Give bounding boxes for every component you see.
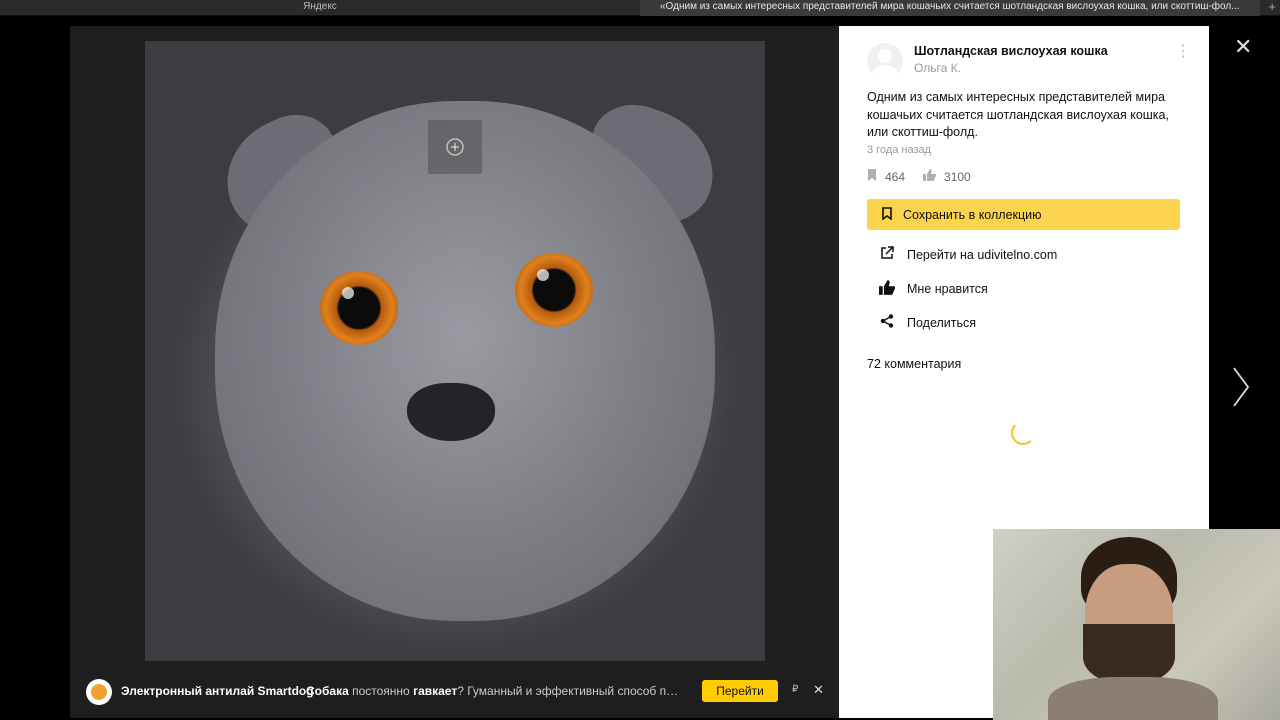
- card-stats: 464 3100: [867, 169, 989, 184]
- ad-currency-mark: ₽: [792, 684, 799, 695]
- ad-close-icon[interactable]: ✕: [813, 682, 824, 698]
- browser-tab-bar: Яндекс «Одним из самых интересных предст…: [0, 0, 1280, 16]
- time-ago: 3 года назад: [867, 144, 932, 156]
- ad-goto-button[interactable]: Перейти: [702, 680, 778, 702]
- thumbs-up-icon: [879, 280, 896, 298]
- save-to-collection-button[interactable]: Сохранить в коллекцию: [867, 199, 1180, 230]
- new-tab-button[interactable]: +: [1268, 0, 1276, 14]
- save-button-label: Сохранить в коллекцию: [903, 207, 1042, 222]
- loading-spinner-icon: [1011, 421, 1035, 445]
- goto-source-link[interactable]: Перейти на udivitelno.com: [879, 246, 1057, 263]
- tab-yandex[interactable]: Яндекс: [0, 0, 640, 16]
- zoom-in-icon[interactable]: [428, 120, 482, 174]
- share-button[interactable]: Поделиться: [879, 314, 976, 331]
- card-title[interactable]: Шотландская вислоухая кошка: [914, 44, 1108, 58]
- bookmark-icon: [867, 169, 877, 184]
- cat-photo[interactable]: [145, 41, 765, 661]
- share-icon: [879, 314, 895, 331]
- author-name[interactable]: Ольга К.: [914, 61, 961, 75]
- ad-text[interactable]: Собака постоянно гавкает? Гуманный и эфф…: [306, 684, 684, 698]
- bookmark-icon: [882, 206, 892, 223]
- thumbs-up-icon: [923, 169, 937, 184]
- close-viewer-icon[interactable]: ✕: [1234, 36, 1252, 58]
- like-button[interactable]: Мне нравится: [879, 280, 988, 298]
- next-image-arrow-icon[interactable]: [1232, 366, 1250, 413]
- comments-count[interactable]: 72 комментария: [867, 357, 961, 371]
- external-link-icon: [879, 246, 895, 263]
- webcam-overlay: [993, 529, 1280, 720]
- tab-active-article[interactable]: «Одним из самых интересных представителе…: [640, 0, 1260, 16]
- likes-count: 3100: [944, 169, 971, 184]
- card-description: Одним из самых интересных представителей…: [867, 90, 1169, 139]
- more-options-icon[interactable]: ⋮: [1175, 44, 1191, 60]
- saves-count: 464: [885, 169, 906, 184]
- ad-banner: Электронный антилай Smartdog Собака пост…: [70, 670, 839, 714]
- image-viewer: [70, 26, 839, 718]
- author-avatar[interactable]: [867, 43, 903, 79]
- ad-logo-icon: [86, 679, 112, 705]
- ad-title[interactable]: Электронный антилай Smartdog: [121, 684, 314, 698]
